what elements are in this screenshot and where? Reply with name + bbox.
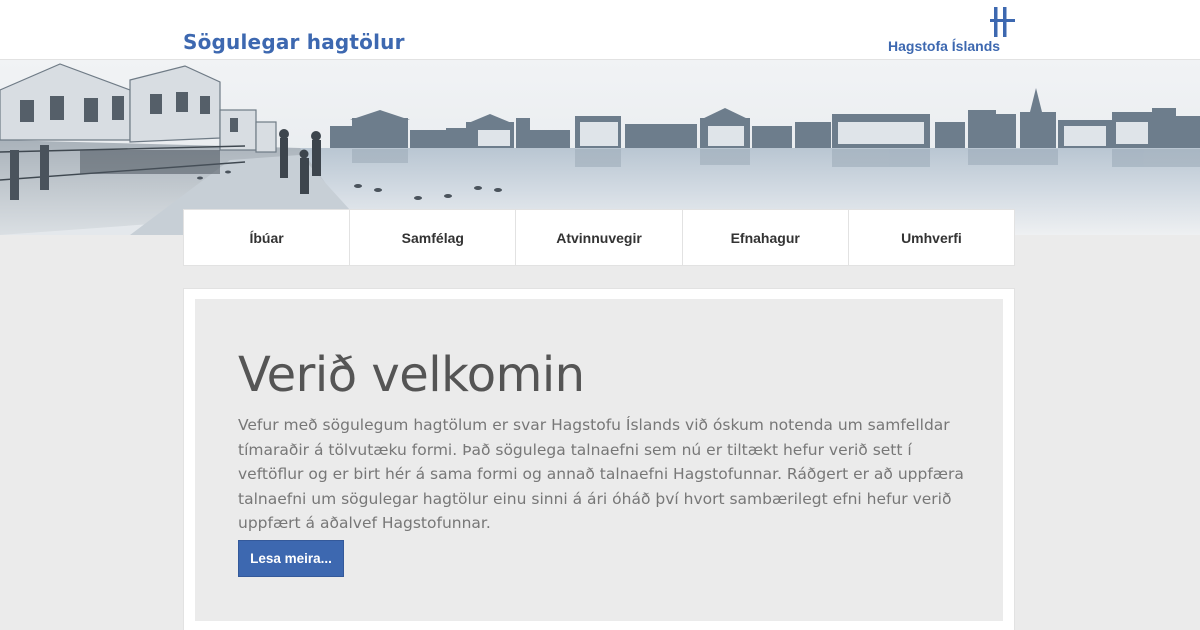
nav-item-samfelag[interactable]: Samfélag — [350, 210, 517, 265]
nav-item-efnahagur[interactable]: Efnahagur — [683, 210, 849, 265]
nav-item-ibuar[interactable]: Íbúar — [184, 210, 351, 265]
site-header: Sögulegar hagtölur Hagstofa Íslands — [0, 0, 1200, 60]
welcome-jumbotron: Verið velkomin Vefur með sögulegum hagtö… — [195, 299, 1003, 621]
logo-text: Hagstofa Íslands — [888, 38, 1001, 54]
welcome-heading: Verið velkomin — [238, 347, 585, 403]
read-more-button[interactable]: Lesa meira... — [238, 540, 344, 577]
main-nav: Íbúar Samfélag Atvinnuvegir Efnahagur Um… — [183, 209, 1015, 266]
content-card: Verið velkomin Vefur með sögulegum hagtö… — [183, 288, 1015, 630]
hagstofa-logo-link[interactable]: Hagstofa Íslands — [884, 5, 1015, 55]
intro-paragraph: Vefur með sögulegum hagtölum er svar Hag… — [238, 416, 964, 532]
site-title-link[interactable]: Sögulegar hagtölur — [183, 30, 405, 54]
nav-item-atvinnuvegir[interactable]: Atvinnuvegir — [516, 210, 683, 265]
nav-item-umhverfi[interactable]: Umhverfi — [849, 210, 1014, 265]
